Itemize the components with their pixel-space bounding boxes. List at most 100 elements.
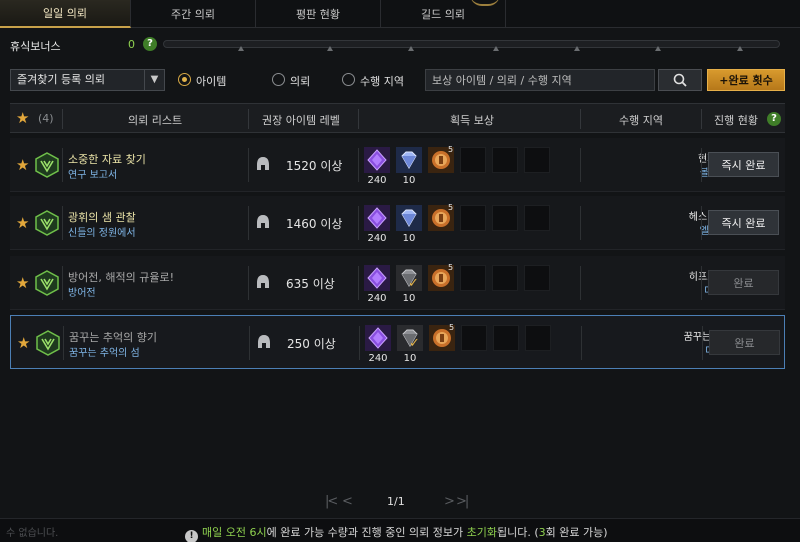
- empty-reward-slot: [492, 265, 518, 291]
- complete-count: 3: [538, 526, 546, 539]
- divider: [701, 206, 702, 240]
- last-page-button[interactable]: >|: [456, 494, 469, 509]
- tick-icon: [574, 46, 580, 51]
- rest-bonus-ticks: [163, 46, 780, 56]
- divider: [358, 266, 359, 300]
- instant-complete-button[interactable]: 즉시 완료: [708, 152, 779, 177]
- purple-crystal-icon[interactable]: [365, 325, 391, 351]
- header-rewards: 획득 보상: [450, 114, 494, 127]
- radio-quest[interactable]: [272, 73, 285, 86]
- prev-page-button[interactable]: <: [342, 494, 353, 509]
- radio-item[interactable]: [178, 73, 191, 86]
- quest-type-icon: [35, 270, 59, 296]
- favorites-dropdown[interactable]: 즐겨찾기 등록 의뢰 ▼: [10, 69, 165, 91]
- item-level: 1460 이상: [286, 217, 343, 231]
- complete-button[interactable]: 완료: [709, 330, 780, 355]
- info-icon: !: [185, 530, 198, 542]
- reward-count: 240: [368, 353, 388, 364]
- tick-icon: [655, 46, 661, 51]
- table-row[interactable]: ★소중한 자료 찾기연구 보고서1520 이상240105현자의 탑볼다이크즉시…: [10, 138, 785, 192]
- star-icon[interactable]: ★: [16, 111, 29, 126]
- reward-count: 10: [402, 293, 416, 304]
- reward-count: 240: [367, 293, 387, 304]
- reward-count: 10: [403, 353, 417, 364]
- tab-daily[interactable]: 일일 의뢰: [0, 0, 131, 28]
- reward-stack-count: 5: [448, 145, 454, 154]
- tab-reputation[interactable]: 평판 현황: [256, 0, 381, 28]
- divider: [580, 206, 581, 240]
- star-icon[interactable]: ★: [16, 216, 29, 231]
- helmet-icon: [258, 335, 270, 348]
- check-icon: ✓: [409, 336, 420, 351]
- add-complete-count-button[interactable]: +완료 횟수: [707, 69, 785, 91]
- quest-type-icon: [35, 210, 59, 236]
- next-page-button[interactable]: >: [444, 494, 455, 509]
- star-icon[interactable]: ★: [16, 158, 29, 173]
- divider: [62, 206, 63, 240]
- reward-count: 240: [367, 233, 387, 244]
- instant-complete-button[interactable]: 즉시 완료: [708, 210, 779, 235]
- divider: [358, 109, 359, 129]
- quest-title[interactable]: 방어전, 해적의 규율로!: [68, 269, 174, 285]
- quest-type-icon: [36, 330, 60, 356]
- tick-icon: [493, 46, 499, 51]
- table-row[interactable]: ★꿈꾸는 추억의 향기꿈꾸는 추억의 섬250 이상24010✓5꿈꾸는 추억의…: [10, 315, 785, 369]
- blue-gem-icon[interactable]: [396, 205, 422, 231]
- quest-type-icon: [35, 152, 59, 178]
- star-icon[interactable]: ★: [17, 336, 30, 351]
- purple-crystal-icon[interactable]: [364, 265, 390, 291]
- quest-title[interactable]: 소중한 자료 찾기: [68, 151, 146, 167]
- quest-subtitle: 방어전: [68, 288, 96, 299]
- help-icon[interactable]: ?: [767, 112, 781, 126]
- reset-info-part: 됩니다. (: [496, 526, 539, 539]
- empty-reward-slot: [460, 147, 486, 173]
- page-number: 1/1: [387, 495, 405, 508]
- table-header: ★ (4) 의뢰 리스트 권장 아이템 레벨 획득 보상 수행 지역 진행 현황…: [10, 103, 785, 133]
- purple-crystal-icon[interactable]: [364, 205, 390, 231]
- help-icon[interactable]: ?: [143, 37, 157, 51]
- star-icon[interactable]: ★: [16, 276, 29, 291]
- divider: [580, 148, 581, 182]
- radio-item-label: 아이템: [196, 75, 227, 88]
- empty-reward-slot: [524, 205, 550, 231]
- purple-crystal-icon[interactable]: [364, 147, 390, 173]
- radio-region[interactable]: [342, 73, 355, 86]
- search-button[interactable]: [658, 69, 702, 91]
- empty-reward-slot: [524, 147, 550, 173]
- blue-gem-icon[interactable]: [396, 147, 422, 173]
- quest-title[interactable]: 광휘의 샘 관찰: [68, 209, 136, 225]
- reward-count: 240: [367, 175, 387, 186]
- divider: [62, 148, 63, 182]
- divider: [701, 148, 702, 182]
- reward-stack-count: 5: [448, 203, 454, 212]
- table-row[interactable]: ★방어전, 해적의 규율로!방어전635 이상24010✓5히프노스의 눈대항해…: [10, 256, 785, 310]
- quest-subtitle: 꿈꾸는 추억의 섬: [69, 348, 140, 359]
- footer: 수 없습니다. ! 매일 오전 6시에 완료 가능 수량과 진행 중인 의뢰 정보…: [0, 518, 800, 542]
- tick-icon: [327, 46, 333, 51]
- quest-subtitle: 신들의 정원에서: [68, 228, 136, 239]
- divider: [580, 266, 581, 300]
- tab-label: 주간 의뢰: [171, 8, 215, 21]
- divider: [249, 326, 250, 360]
- footer-left-text: 수 없습니다.: [6, 528, 59, 539]
- table-row[interactable]: ★광휘의 샘 관찰신들의 정원에서1460 이상240105헤스테라 정원엘가시…: [10, 196, 785, 250]
- first-page-button[interactable]: |<: [325, 494, 338, 509]
- empty-reward-slot: [524, 265, 550, 291]
- search-input[interactable]: [425, 69, 655, 91]
- search-icon: [673, 73, 687, 87]
- dropdown-value: 즐겨찾기 등록 의뢰: [17, 73, 105, 86]
- divider: [62, 266, 63, 300]
- divider: [702, 326, 703, 360]
- reset-info-part: 회 완료 가능): [545, 526, 608, 539]
- reward-stack-count: 5: [448, 263, 454, 272]
- tab-label: 일일 의뢰: [43, 7, 87, 20]
- filter-row: 즐겨찾기 등록 의뢰 ▼ 아이템 의뢰 수행 지역 +완료 횟수: [0, 68, 800, 94]
- quest-title[interactable]: 꿈꾸는 추억의 향기: [69, 329, 157, 345]
- header-item-level: 권장 아이템 레벨: [262, 114, 340, 127]
- chevron-down-icon[interactable]: ▼: [144, 70, 164, 90]
- empty-reward-slot: [460, 265, 486, 291]
- divider: [359, 326, 360, 360]
- empty-reward-slot: [460, 205, 486, 231]
- complete-button[interactable]: 완료: [708, 270, 779, 295]
- tab-weekly[interactable]: 주간 의뢰: [131, 0, 256, 28]
